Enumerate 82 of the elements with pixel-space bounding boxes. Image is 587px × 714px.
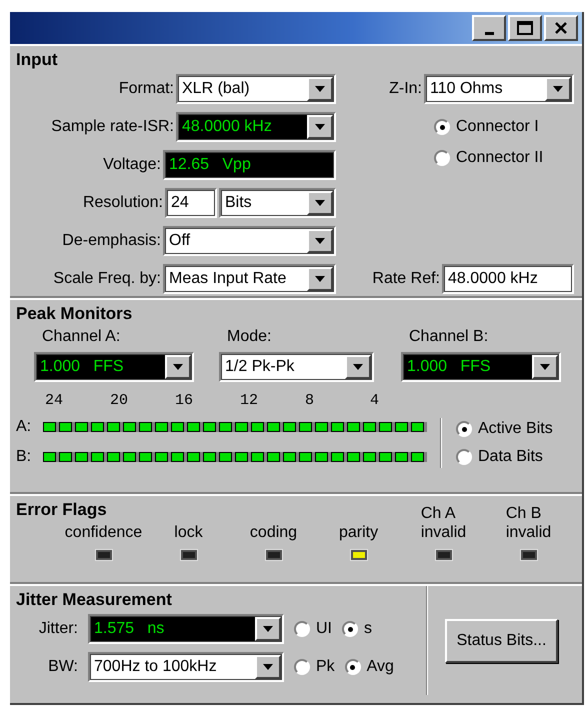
dropdown-arrow-button[interactable]: [165, 355, 191, 379]
radio-option[interactable]: Avg: [344, 658, 394, 676]
voltage-readout: 12.65 Vpp: [163, 150, 336, 180]
caret-icon: [353, 364, 363, 370]
radio-option[interactable]: Active Bits: [456, 420, 553, 438]
radio-option[interactable]: Connector II: [434, 149, 544, 167]
field-label: Format:: [118, 80, 174, 98]
field-label: Rate Ref:: [372, 270, 440, 288]
section-title: Jitter Measurement: [16, 590, 172, 610]
channel-readout-dropdown[interactable]: 1.000 FFS: [401, 352, 561, 382]
channel-label: A:: [16, 418, 32, 436]
close-button[interactable]: [544, 15, 578, 41]
bw-dropdown[interactable]: 700Hz to 100kHz: [88, 652, 284, 682]
section-title: Input: [16, 50, 58, 70]
dropdown-arrow-button[interactable]: [345, 355, 371, 379]
field-label: Jitter:: [38, 620, 78, 638]
dropdown-arrow-button[interactable]: [255, 655, 281, 679]
dropdown-arrow-button[interactable]: [307, 191, 333, 215]
sample-rate-dropdown[interactable]: 48.0000 kHz: [176, 112, 336, 142]
status-bits-button[interactable]: Status Bits...: [444, 618, 558, 662]
dropdown-arrow-button[interactable]: [307, 115, 333, 139]
resolution-input[interactable]: 24: [165, 188, 217, 218]
dropdown-arrow-button[interactable]: [307, 229, 333, 253]
caret-icon: [315, 276, 325, 282]
maximize-button[interactable]: [508, 15, 542, 41]
caret-icon: [315, 124, 325, 130]
scale-freq-dropdown[interactable]: Meas Input Rate: [163, 264, 336, 294]
scale-label: 8: [305, 392, 314, 409]
flag-label: parity: [338, 523, 378, 542]
unit-dropdown[interactable]: Bits: [219, 188, 336, 218]
flag-label: Ch A invalid: [420, 504, 466, 542]
dropdown-arrow-button[interactable]: [532, 355, 558, 379]
caret-icon: [173, 364, 183, 370]
scale-label: 20: [110, 392, 128, 409]
z-in-dropdown[interactable]: 110 Ohms: [424, 74, 574, 104]
field-label: Voltage:: [103, 156, 161, 174]
dropdown-arrow-button[interactable]: [255, 617, 281, 641]
caret-icon: [315, 86, 325, 92]
rate-ref-input[interactable]: 48.0000 kHz: [442, 264, 574, 294]
caret-icon: [263, 664, 273, 670]
scale-label: 4: [370, 392, 380, 409]
caret-icon: [263, 626, 273, 632]
field-label: Resolution:: [82, 194, 163, 212]
maximize-icon: [517, 21, 533, 35]
caret-icon: [315, 238, 325, 244]
caret-icon: [553, 86, 563, 92]
radio-option[interactable]: Data Bits: [456, 448, 553, 466]
radio-option[interactable]: Connector I: [434, 118, 539, 136]
flag-label: coding: [250, 523, 298, 542]
section-title: Error Flags: [16, 500, 107, 520]
scale-label: 24: [45, 392, 64, 409]
radio-option[interactable]: s: [342, 620, 372, 638]
mode-dropdown[interactable]: 1/2 Pk-Pk: [219, 352, 374, 382]
channel-label: B:: [16, 448, 32, 466]
minimize-button[interactable]: [472, 15, 506, 41]
field-label: Mode:: [227, 328, 272, 345]
field-label: Sample rate-ISR:: [51, 118, 174, 136]
caret-icon: [540, 364, 550, 370]
field-label: De-emphasis:: [62, 232, 161, 250]
close-icon: [554, 22, 568, 34]
dropdown-arrow-button[interactable]: [545, 77, 571, 101]
section-title: Peak Monitors: [16, 304, 132, 324]
radio-option[interactable]: UI: [294, 620, 332, 638]
field-label: Channel A:: [42, 328, 120, 345]
flag-label: confidence: [64, 523, 142, 542]
channel-readout-dropdown[interactable]: 1.000 FFS: [34, 352, 194, 382]
scale-label: 12: [240, 392, 258, 409]
flag-label: Ch B invalid: [506, 504, 552, 542]
dropdown-arrow-button[interactable]: [307, 267, 333, 291]
field-label: BW:: [48, 658, 78, 676]
dropdown-arrow-button[interactable]: [307, 77, 333, 101]
jitter-readout-dropdown[interactable]: 1.575 ns: [88, 614, 284, 644]
flag-label: lock: [174, 523, 203, 542]
field-label: Z-In:: [389, 80, 422, 98]
caret-icon: [315, 200, 325, 206]
de-emphasis-dropdown[interactable]: Off: [163, 226, 336, 256]
radio-option[interactable]: Pk: [294, 658, 335, 676]
scale-label: 16: [175, 392, 194, 409]
field-label: Scale Freq. by:: [53, 270, 161, 288]
minimize-icon: [484, 32, 494, 34]
field-label: Channel B:: [409, 328, 488, 345]
format-dropdown[interactable]: XLR (bal): [176, 74, 336, 104]
